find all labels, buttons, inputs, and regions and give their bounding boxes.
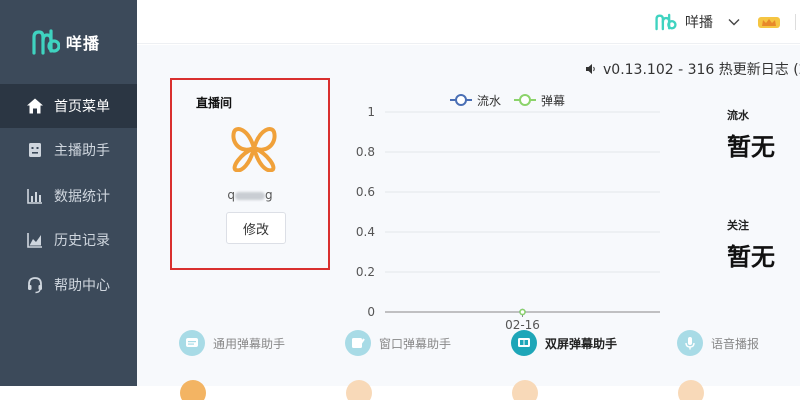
version-text: v0.13.102 - 316 热更新日志 (20 (603, 62, 800, 78)
tool-icon-partial[interactable] (512, 380, 538, 400)
bar-chart-icon (27, 189, 42, 204)
tool-icon-partial[interactable] (180, 380, 206, 400)
y-tick-label: 0.6 (356, 185, 375, 199)
sidebar-item-label: 数据统计 (54, 189, 110, 205)
tool-label: 语音播报 (711, 336, 760, 351)
sidebar-item-label: 帮助中心 (54, 278, 110, 294)
sidebar-item-history[interactable]: 历史记录 (0, 218, 137, 262)
tool-label: 双屏弹幕助手 (545, 336, 618, 351)
legend-marker (519, 94, 531, 106)
room-name: qg (227, 188, 273, 202)
robot-icon (29, 143, 41, 157)
butterfly-avatar-icon (231, 127, 277, 172)
y-tick-label: 0.2 (356, 265, 375, 279)
app-logo-text: 咩播 (66, 34, 101, 53)
tool-icon-partial[interactable] (678, 380, 704, 400)
flow-label: 流水 (727, 109, 749, 122)
tool-dual-screen-danmaku[interactable]: 双屏弹幕助手 (511, 330, 617, 356)
tool-label: 通用弹幕助手 (213, 336, 286, 351)
tool-general-danmaku[interactable]: 通用弹幕助手 (179, 330, 285, 356)
version-notice[interactable]: v0.13.102 - 316 热更新日志 (20 (585, 59, 800, 79)
speaker-icon (586, 64, 595, 74)
blurred-text (235, 191, 265, 200)
flow-value: 暂无 (727, 133, 775, 161)
top-header: 咩播 (137, 0, 800, 44)
follow-value: 暂无 (727, 243, 775, 271)
sidebar-item-label: 主播助手 (54, 143, 110, 159)
sidebar-item-label: 首页菜单 (54, 99, 110, 115)
flow-stat: 流水 暂无 (727, 107, 775, 162)
chevron-down-icon[interactable] (727, 15, 741, 29)
edit-button[interactable]: 修改 (226, 212, 286, 244)
tool-voice-broadcast[interactable]: 语音播报 (677, 330, 759, 356)
main-content: v0.13.102 - 316 热更新日志 (20 直播间 qg 修改 0 0.2… (137, 45, 800, 386)
username[interactable]: 咩播 (685, 12, 713, 32)
sidebar-item-statistics[interactable]: 数据统计 (0, 174, 137, 218)
home-icon (27, 98, 43, 114)
edit-window-icon (345, 330, 371, 356)
legend-label: 弹幕 (541, 94, 565, 108)
y-tick-label: 0.8 (356, 145, 375, 159)
room-title: 直播间 (196, 96, 233, 110)
legend-label: 流水 (477, 94, 501, 108)
sidebar-item-help[interactable]: 帮助中心 (0, 263, 137, 307)
y-tick-label: 0.4 (356, 225, 375, 239)
vip-crown-icon[interactable] (757, 14, 781, 30)
chat-bubble-icon (179, 330, 205, 356)
y-tick-label: 1 (367, 105, 375, 119)
legend-marker (455, 94, 467, 106)
sidebar-item-label: 历史记录 (54, 233, 110, 249)
follow-stat: 关注 暂无 (727, 217, 775, 272)
trend-chart: 00.20.40.60.8102-16流水 弹幕 (356, 94, 660, 332)
mb-logo-icon (32, 29, 60, 55)
area-chart-icon (27, 233, 42, 248)
headset-icon (28, 277, 42, 294)
follow-label: 关注 (727, 219, 749, 232)
dual-screen-icon (511, 330, 537, 356)
live-room-card: 直播间 qg 修改 (170, 78, 330, 270)
tool-icon-partial[interactable] (346, 380, 372, 400)
sidebar: 咩播 首页菜单 主播助手 数据统计 历史记录 帮助中心 (0, 0, 137, 386)
tool-window-danmaku[interactable]: 窗口弹幕助手 (345, 330, 451, 356)
user-menu[interactable]: 咩播 (655, 0, 800, 44)
data-point-1 (519, 308, 526, 316)
sidebar-item-streamer-assistant[interactable]: 主播助手 (0, 128, 137, 172)
microphone-icon (677, 330, 703, 356)
sidebar-item-home[interactable]: 首页菜单 (0, 84, 137, 128)
app-logo: 咩播 (0, 0, 137, 84)
y-tick-label: 0 (367, 305, 375, 319)
tool-label: 窗口弹幕助手 (379, 336, 452, 351)
divider (795, 14, 796, 30)
mb-logo-icon (655, 13, 677, 31)
